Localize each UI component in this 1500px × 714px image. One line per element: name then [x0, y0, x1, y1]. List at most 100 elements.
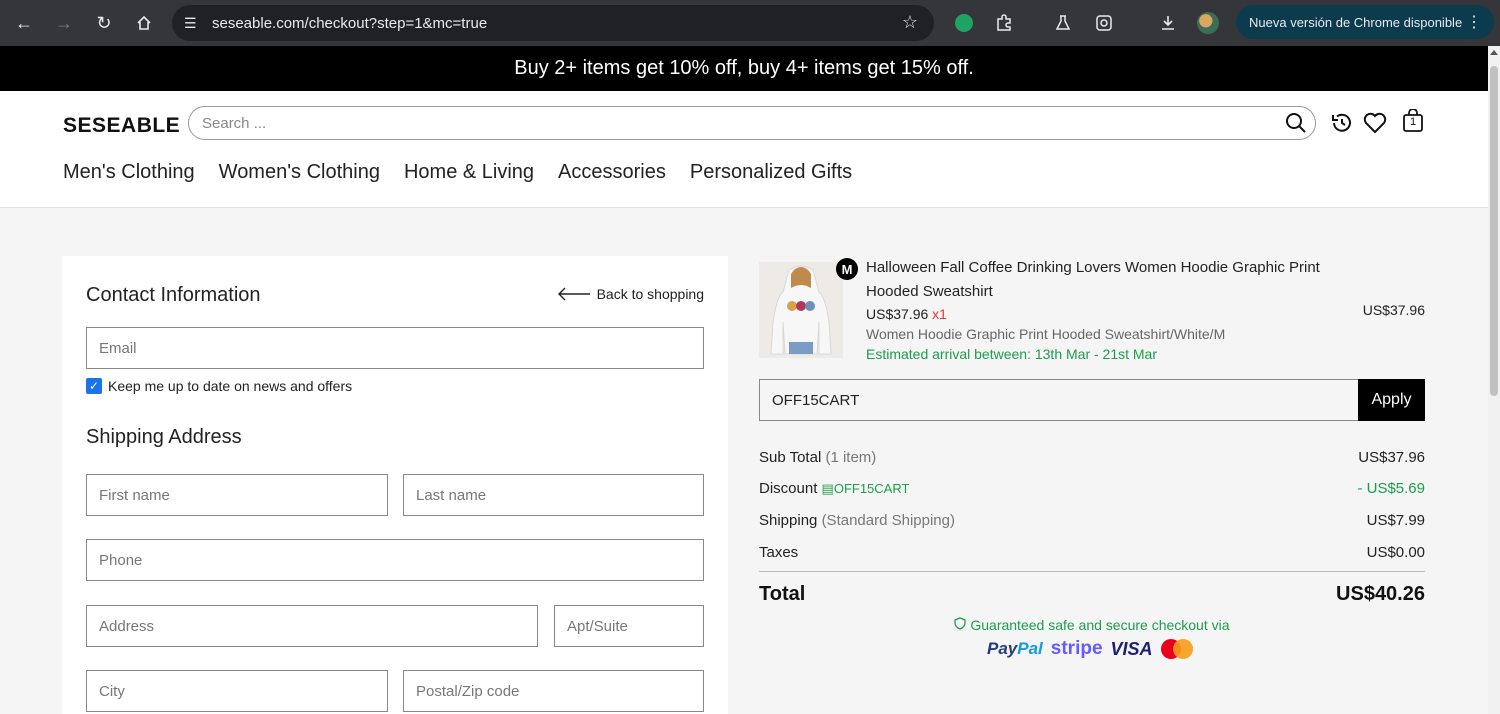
download-icon[interactable]: [1154, 9, 1182, 37]
shipping-row: Shipping (Standard Shipping) US$7.99: [759, 512, 1425, 529]
coupon-field[interactable]: [759, 379, 1359, 421]
nav-accessories[interactable]: Accessories: [558, 161, 666, 184]
email-input[interactable]: [99, 339, 703, 357]
address-field[interactable]: [86, 605, 538, 647]
quantity: x1: [932, 306, 947, 322]
city-field[interactable]: [86, 670, 388, 712]
shipping-title: Shipping Address: [86, 426, 242, 448]
site-header: SESEABLE 1 Men's Clothing Women's Clothi…: [0, 91, 1488, 208]
unit-price: US$37.96: [866, 306, 929, 322]
apply-coupon-button[interactable]: Apply: [1358, 379, 1425, 421]
newsletter-row[interactable]: ✓ Keep me up to date on news and offers: [86, 378, 352, 394]
contact-title: Contact Information: [86, 284, 261, 306]
nav-personalized-gifts[interactable]: Personalized Gifts: [690, 161, 852, 184]
first-name-input[interactable]: [99, 486, 387, 504]
phone-field[interactable]: [86, 539, 704, 581]
discount-value: - US$5.69: [1357, 480, 1425, 497]
apt-suite-input[interactable]: [567, 617, 703, 635]
shipping-note: (Standard Shipping): [821, 512, 955, 529]
more-menu-icon[interactable]: ⋮: [1466, 12, 1482, 32]
coupon-input[interactable]: [772, 391, 1358, 409]
summary-divider: [759, 571, 1425, 572]
product-variant: Women Hoodie Graphic Print Hooded Sweats…: [866, 326, 1226, 342]
phone-input[interactable]: [99, 551, 703, 569]
zip-field[interactable]: [403, 670, 704, 712]
product-title[interactable]: Halloween Fall Coffee Drinking Lovers Wo…: [866, 256, 1366, 304]
home-icon[interactable]: [124, 3, 164, 43]
newsletter-checkbox[interactable]: ✓: [86, 378, 102, 394]
product-price-line: US$37.96 x1: [866, 306, 947, 322]
discount-label: Discount: [759, 480, 818, 497]
stripe-logo: stripe: [1050, 638, 1103, 659]
search-bar[interactable]: [188, 106, 1316, 140]
browser-toolbar: ← → ↻ ☰ seseable.com/checkout?step=1&mc=…: [0, 0, 1500, 46]
size-badge: M: [836, 258, 858, 280]
left-arrow-icon: [557, 287, 590, 301]
shipping-label: Shipping: [759, 512, 818, 529]
nav-womens-clothing[interactable]: Women's Clothing: [219, 161, 380, 184]
mastercard-logo: [1160, 639, 1193, 659]
first-name-field[interactable]: [86, 474, 388, 516]
labs-flask-icon[interactable]: [1049, 9, 1077, 37]
profile-avatar[interactable]: [1194, 9, 1222, 37]
paypal-logo: PayPal: [987, 639, 1043, 658]
page-scrollbar[interactable]: [1488, 46, 1500, 714]
checkout-form-card: Contact Information Back to shopping ✓ K…: [62, 256, 728, 714]
taxes-value: US$0.00: [1366, 544, 1425, 561]
chrome-update-button[interactable]: Nueva versión de Chrome disponible ⋮: [1236, 5, 1494, 39]
zip-input[interactable]: [416, 682, 703, 700]
forward-arrow-icon[interactable]: →: [44, 3, 84, 43]
total-label: Total: [759, 583, 806, 605]
promo-banner: Buy 2+ items get 10% off, buy 4+ items g…: [0, 46, 1488, 91]
cart-bag-icon[interactable]: 1: [1400, 108, 1426, 134]
shield-icon: [954, 617, 970, 633]
back-to-shopping-link[interactable]: Back to shopping: [557, 286, 704, 302]
update-label: Nueva versión de Chrome disponible: [1249, 14, 1463, 30]
category-nav: Men's Clothing Women's Clothing Home & L…: [63, 161, 852, 184]
subtotal-value: US$37.96: [1358, 449, 1425, 466]
discount-code: OFF15CART: [833, 481, 910, 496]
nav-home-living[interactable]: Home & Living: [404, 161, 534, 184]
subtotal-note: (1 item): [825, 449, 877, 466]
bookmark-star-icon[interactable]: ☆: [902, 12, 918, 33]
email-field[interactable]: [86, 327, 704, 369]
scroll-up-icon[interactable]: [1490, 50, 1498, 55]
last-name-input[interactable]: [416, 486, 703, 504]
back-to-shopping-label: Back to shopping: [596, 286, 704, 302]
secure-checkout-note: Guaranteed safe and secure checkout via: [759, 617, 1425, 633]
wishlist-heart-icon[interactable]: [1362, 110, 1388, 136]
last-name-field[interactable]: [403, 474, 704, 516]
search-input[interactable]: [202, 114, 1202, 132]
history-icon[interactable]: [1329, 110, 1355, 136]
grammarly-extension-icon[interactable]: [950, 9, 978, 37]
discount-row: Discount ▤OFF15CART - US$5.69: [759, 480, 1425, 497]
estimated-arrival: Estimated arrival between: 13th Mar - 21…: [866, 346, 1158, 362]
taxes-row: Taxes US$0.00: [759, 544, 1425, 561]
payment-logos: PayPal stripe VISA: [987, 638, 1193, 660]
address-input[interactable]: [99, 617, 537, 635]
scrollbar-thumb[interactable]: [1490, 66, 1498, 396]
site-logo[interactable]: SESEABLE: [63, 114, 180, 138]
shipping-value: US$7.99: [1366, 512, 1425, 529]
address-bar[interactable]: ☰ seseable.com/checkout?step=1&mc=true ☆: [172, 5, 934, 41]
nav-mens-clothing[interactable]: Men's Clothing: [63, 161, 195, 184]
extensions-puzzle-icon[interactable]: [990, 9, 1018, 37]
visa-logo: VISA: [1110, 638, 1153, 659]
site-info-icon[interactable]: ☰: [184, 15, 204, 32]
total-row: Total US$40.26: [759, 583, 1425, 606]
apt-suite-field[interactable]: [554, 605, 704, 647]
product-image[interactable]: [759, 262, 843, 358]
url-text: seseable.com/checkout?step=1&mc=true: [212, 14, 488, 32]
secure-text: Guaranteed safe and secure checkout via: [970, 617, 1230, 633]
line-total: US$37.96: [1362, 302, 1425, 318]
cart-count: 1: [1410, 116, 1417, 128]
reload-icon[interactable]: ↻: [84, 3, 124, 43]
coupon-tag-icon: ▤: [821, 481, 834, 496]
search-icon[interactable]: [1285, 112, 1307, 139]
subtotal-row: Sub Total (1 item) US$37.96: [759, 449, 1425, 466]
newsletter-label: Keep me up to date on news and offers: [108, 378, 353, 394]
lens-icon[interactable]: [1090, 9, 1118, 37]
city-input[interactable]: [99, 682, 387, 700]
back-arrow-icon[interactable]: ←: [4, 3, 44, 43]
subtotal-label: Sub Total: [759, 449, 822, 466]
